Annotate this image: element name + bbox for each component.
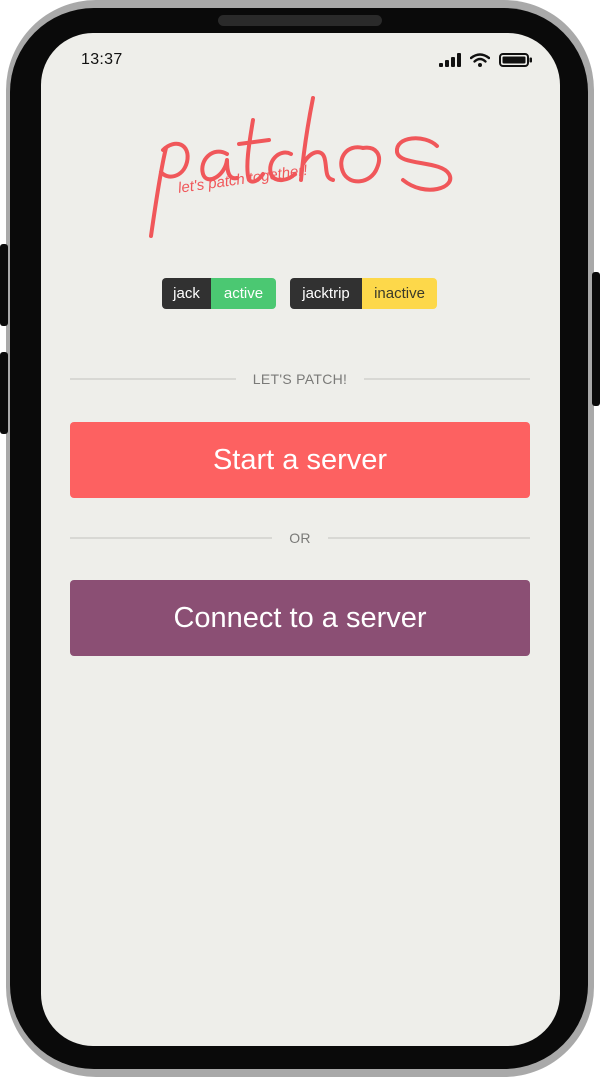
volume-up-button (0, 244, 8, 326)
jack-badge-name: jack (162, 278, 211, 309)
jack-status-badge: jack active (162, 278, 276, 309)
divider-line-right (364, 378, 530, 380)
connect-server-button[interactable]: Connect to a server (70, 580, 530, 656)
status-bar: 13:37 (41, 33, 560, 89)
or-divider: OR (70, 528, 530, 548)
volume-down-button (0, 352, 8, 434)
lets-patch-divider: LET'S PATCH! (70, 369, 530, 389)
wifi-icon (470, 53, 490, 67)
status-time: 13:37 (81, 51, 123, 68)
start-server-button[interactable]: Start a server (70, 422, 530, 498)
jack-badge-state: active (211, 278, 276, 309)
power-button (592, 272, 600, 406)
app-screen: 13:37 let's patch together! jack active … (41, 33, 560, 1046)
signal-icon (439, 53, 461, 67)
battery-icon (499, 53, 532, 67)
jacktrip-status-badge: jacktrip inactive (290, 278, 437, 309)
divider-line-right (328, 537, 530, 539)
speaker-grille (218, 15, 382, 26)
jacktrip-badge-name: jacktrip (290, 278, 362, 309)
jacktrip-badge-state: inactive (362, 278, 437, 309)
